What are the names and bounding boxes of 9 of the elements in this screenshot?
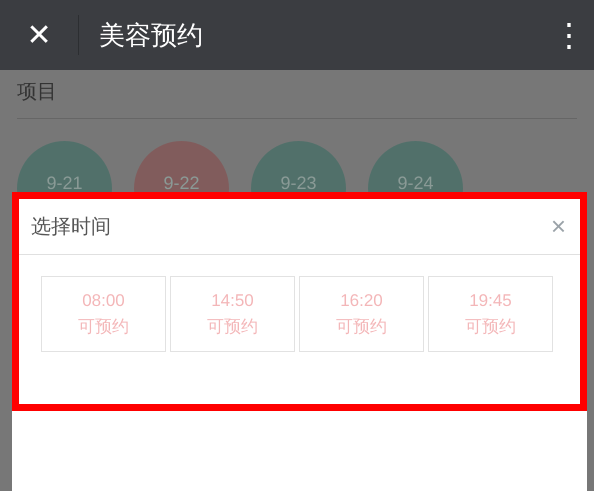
time-slot[interactable]: 14:50 可预约 bbox=[170, 276, 295, 352]
time-slot[interactable]: 19:45 可预约 bbox=[428, 276, 553, 352]
close-button[interactable]: ✕ bbox=[0, 0, 78, 70]
menu-button[interactable]: ⋮ bbox=[544, 0, 594, 70]
window-title: 美容预约 bbox=[99, 20, 204, 52]
time-slot[interactable]: 16:20 可预约 bbox=[299, 276, 424, 352]
time-slot[interactable]: 08:00 可预约 bbox=[41, 276, 166, 352]
close-button[interactable]: × bbox=[550, 211, 566, 242]
section-title: 项目 bbox=[17, 78, 58, 104]
